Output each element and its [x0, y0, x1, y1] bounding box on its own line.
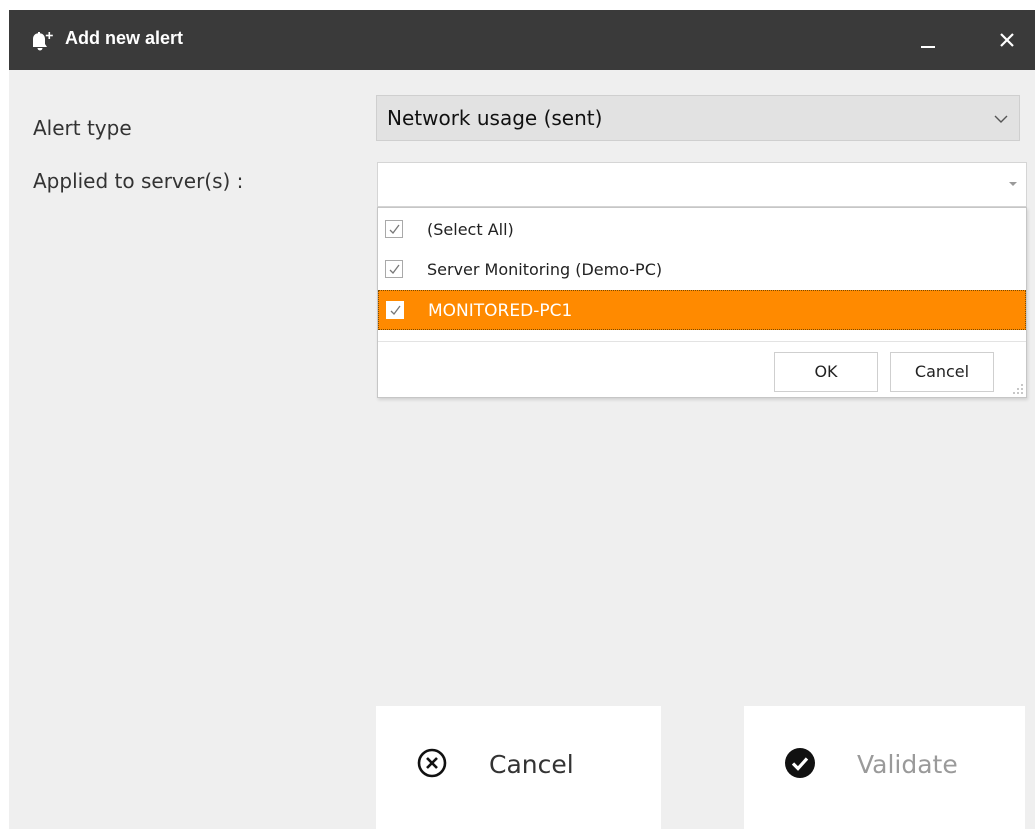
- minimize-button[interactable]: [907, 20, 947, 60]
- servers-combo[interactable]: [377, 162, 1027, 207]
- dropdown-arrow-icon: [1009, 182, 1017, 186]
- option-monitored-pc1[interactable]: MONITORED-PC1: [378, 290, 1026, 330]
- alert-type-label: Alert type: [33, 116, 132, 140]
- checkbox[interactable]: [385, 260, 403, 278]
- close-button[interactable]: [987, 20, 1027, 60]
- circle-x-icon: [417, 748, 447, 778]
- cancel-button[interactable]: Cancel: [376, 706, 661, 829]
- chevron-down-icon: [994, 115, 1008, 123]
- add-alert-dialog: Add new alert Alert type Applied to serv…: [9, 10, 1035, 829]
- checkbox[interactable]: [386, 301, 404, 319]
- servers-dropdown: (Select All) Server Monitoring (Demo-PC)…: [377, 207, 1027, 398]
- option-label: Server Monitoring (Demo-PC): [427, 260, 663, 279]
- validate-button[interactable]: Validate: [744, 706, 1025, 829]
- title-bar: Add new alert: [9, 10, 1035, 70]
- dropdown-cancel-button[interactable]: Cancel: [890, 352, 994, 392]
- dialog-title: Add new alert: [65, 28, 184, 48]
- check-icon: [390, 305, 401, 315]
- checkbox[interactable]: [385, 220, 403, 238]
- resize-grip-icon[interactable]: [1010, 381, 1024, 395]
- validate-label: Validate: [857, 750, 958, 779]
- cancel-label: Cancel: [489, 750, 574, 779]
- check-icon: [389, 224, 400, 234]
- alert-type-select[interactable]: Network usage (sent): [376, 95, 1020, 141]
- bell-plus-icon: [33, 32, 53, 51]
- option-select-all[interactable]: (Select All): [378, 210, 1026, 250]
- check-icon: [389, 264, 400, 274]
- option-label: (Select All): [427, 220, 514, 239]
- applied-servers-label: Applied to server(s) :: [33, 169, 244, 193]
- option-server-monitoring[interactable]: Server Monitoring (Demo-PC): [378, 250, 1026, 290]
- option-label: MONITORED-PC1: [428, 301, 573, 321]
- minimize-icon: [921, 46, 935, 48]
- alert-type-value: Network usage (sent): [387, 106, 603, 130]
- close-icon: [1000, 33, 1014, 47]
- dropdown-divider: [378, 341, 1026, 342]
- dropdown-ok-button[interactable]: OK: [774, 352, 878, 392]
- circle-check-icon: [785, 748, 815, 778]
